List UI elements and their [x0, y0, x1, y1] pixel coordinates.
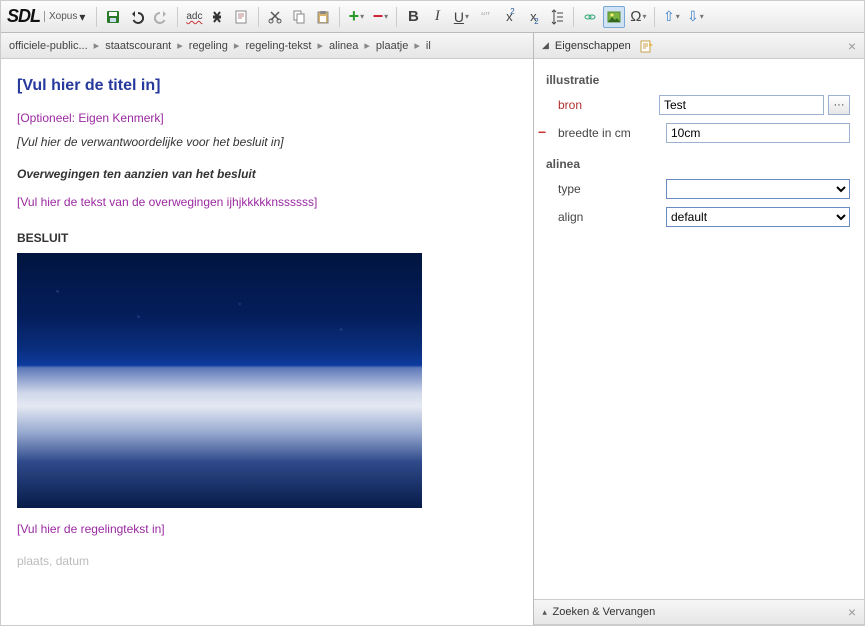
brand-menu-chevron[interactable]: ▾ [79, 10, 85, 24]
symbol-button[interactable]: Ω▾ [627, 6, 649, 28]
linespacing-button[interactable] [546, 6, 568, 28]
properties-title: Eigenschappen [555, 40, 631, 52]
remove-breedte-button[interactable]: − [538, 127, 546, 137]
overwegingen-text[interactable]: [Vul hier de tekst van de overwegingen i… [17, 195, 517, 209]
group-illustratie: illustratie [546, 73, 850, 87]
editor-canvas[interactable]: [Vul hier de titel in] [Optioneel: Eigen… [1, 59, 533, 625]
italic-button[interactable]: I [426, 6, 448, 28]
redo-button[interactable] [150, 6, 172, 28]
besluit-heading[interactable]: BESLUIT [17, 231, 517, 245]
label-align: align [558, 210, 658, 224]
image-button[interactable] [603, 6, 625, 28]
select-align[interactable]: default [666, 207, 850, 227]
browse-bron-button[interactable]: ··· [828, 95, 850, 115]
plaats-datum-field[interactable]: plaats, datum [17, 554, 517, 568]
collapse-icon[interactable]: ◢ [542, 40, 549, 51]
cut-button[interactable] [264, 6, 286, 28]
input-breedte[interactable] [666, 123, 850, 143]
expand-icon[interactable]: ▸ [539, 610, 550, 615]
search-pane-header[interactable]: ▸ Zoeken & Vervangen × [534, 599, 864, 625]
copy-button[interactable] [288, 6, 310, 28]
bold-button[interactable]: B [402, 6, 424, 28]
properties-close-icon[interactable]: × [848, 38, 856, 54]
subscript-button[interactable]: x [522, 6, 544, 28]
crumb-item[interactable]: staatscourant [103, 40, 173, 52]
crumb-item[interactable]: regeling-tekst [243, 40, 313, 52]
link-button[interactable] [579, 6, 601, 28]
brand-logo: SDL [7, 6, 40, 27]
illustration-image[interactable] [17, 253, 422, 508]
insert-button[interactable]: +▾ [345, 6, 367, 28]
label-breedte: breedte in cm [558, 126, 658, 140]
breadcrumb[interactable]: officiele-public...▸ staatscourant▸ rege… [1, 33, 533, 59]
group-alinea: alinea [546, 157, 850, 171]
spellcheck-button[interactable]: adc [183, 6, 205, 28]
underline-button[interactable]: U▾ [450, 6, 472, 28]
kenmerk-field[interactable]: [Optioneel: Eigen Kenmerk] [17, 111, 517, 125]
strikethrough-button[interactable]: “” [474, 6, 496, 28]
properties-icon [639, 38, 655, 54]
properties-pane-header[interactable]: ◢ Eigenschappen × [534, 33, 864, 59]
crumb-item[interactable]: plaatje [374, 40, 410, 52]
label-bron: bron [558, 98, 651, 112]
crumb-item[interactable]: officiele-public... [7, 40, 90, 52]
input-bron[interactable] [659, 95, 824, 115]
select-type[interactable] [666, 179, 850, 199]
label-type: type [558, 182, 658, 196]
search-close-icon[interactable]: × [848, 604, 856, 620]
move-down-button[interactable]: ⇩▾ [684, 6, 706, 28]
crumb-item[interactable]: il [424, 40, 433, 52]
title-field[interactable]: [Vul hier de titel in] [17, 77, 517, 95]
crumb-item[interactable]: alinea [327, 40, 360, 52]
superscript-button[interactable]: x [498, 6, 520, 28]
crumb-item[interactable]: regeling [187, 40, 230, 52]
overwegingen-heading[interactable]: Overwegingen ten aanzien van het besluit [17, 167, 517, 181]
save-button[interactable] [102, 6, 124, 28]
verantwoordelijke-field[interactable]: [Vul hier de verwantwoordelijke voor het… [17, 135, 517, 149]
track-changes-button[interactable] [231, 6, 253, 28]
paste-button[interactable] [312, 6, 334, 28]
brand: SDL Xopus ▾ [5, 6, 91, 27]
search-pane-title: Zoeken & Vervangen [553, 606, 656, 618]
find-button[interactable] [207, 6, 229, 28]
undo-button[interactable] [126, 6, 148, 28]
move-up-button[interactable]: ⇧▾ [660, 6, 682, 28]
properties-body: illustratie bron ··· − breedte in cm ali… [534, 59, 864, 599]
main-toolbar: SDL Xopus ▾ adc +▾ −▾ B I U▾ “” x x Ω▾ ⇧… [1, 1, 864, 33]
regelingtekst-field[interactable]: [Vul hier de regelingtekst in] [17, 522, 517, 536]
brand-product: Xopus [44, 11, 77, 22]
remove-button[interactable]: −▾ [369, 6, 391, 28]
